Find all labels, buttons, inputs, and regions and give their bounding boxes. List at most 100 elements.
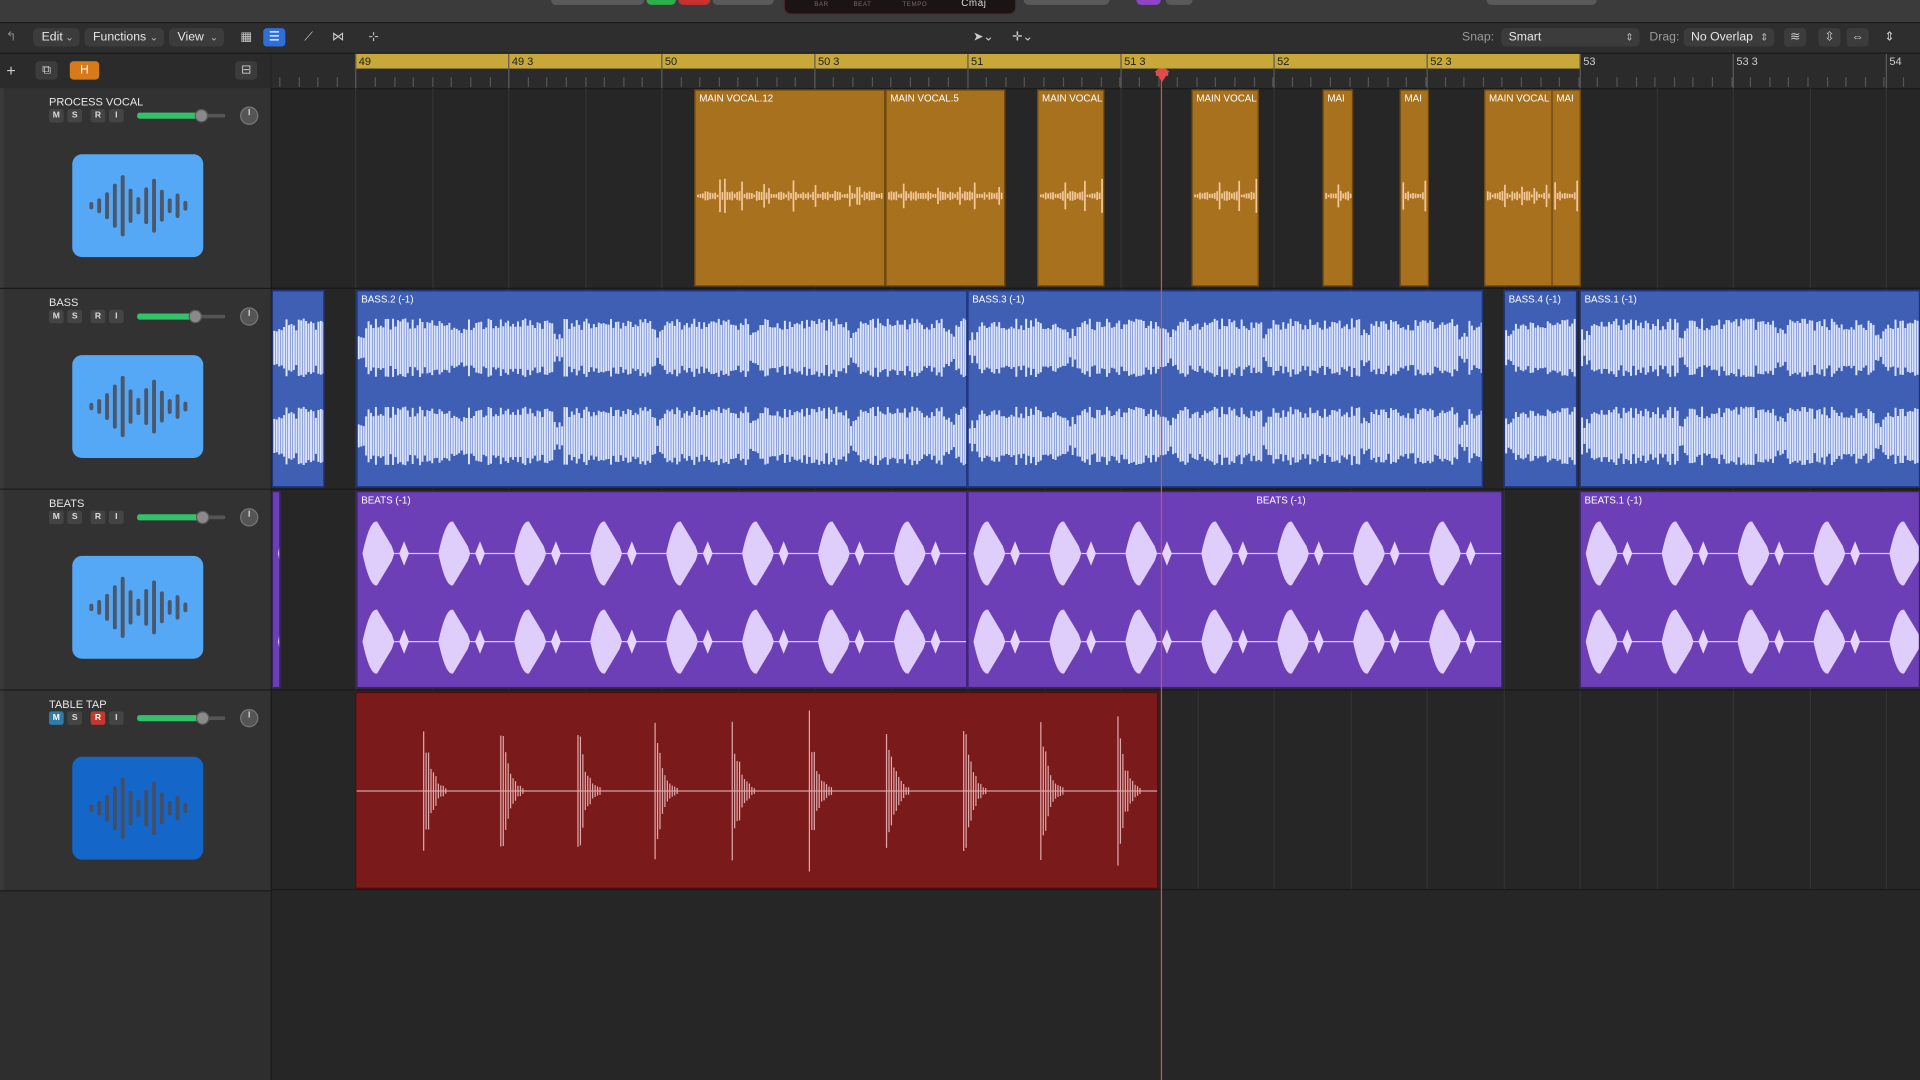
library-button[interactable] <box>1486 0 1597 5</box>
pan-knob[interactable] <box>240 508 259 527</box>
tap-region[interactable] <box>355 691 1159 889</box>
play-button[interactable] <box>646 0 676 5</box>
global-tracks-icon[interactable]: ⊟ <box>235 61 258 80</box>
count-in-button[interactable] <box>1165 0 1193 5</box>
volume-knob[interactable] <box>196 711 210 725</box>
volume-knob[interactable] <box>196 510 210 525</box>
region-name: MAI <box>1556 93 1574 105</box>
track-header-button[interactable]: H <box>69 61 100 80</box>
waveform <box>1585 521 1919 674</box>
pointer-tool-icon[interactable]: ➤⌄ <box>970 28 997 46</box>
volume-slider[interactable] <box>132 510 230 525</box>
logic-pro-window: BAR BEAT TEMPO Cmaj ↰ Edit ⌄ Functions ⌄ V… <box>0 0 1920 1080</box>
track-header-bass[interactable]: BASS M S R I <box>0 288 271 490</box>
add-track-icon[interactable]: + <box>0 61 22 79</box>
vocal-region[interactable]: MAIN VOCAL <box>1484 89 1553 287</box>
chevron-down-icon: ⌄ <box>149 31 158 43</box>
track-header-process-vocal[interactable]: PROCESS VOCAL M S R I <box>0 88 271 289</box>
solo-button[interactable]: S <box>67 510 83 525</box>
cycle-button[interactable] <box>712 0 774 5</box>
track-name: BEATS <box>48 497 85 510</box>
record-enable-button[interactable]: R <box>90 510 106 525</box>
pan-knob[interactable] <box>240 307 259 326</box>
beats-region[interactable]: BEATS.1 (-1) <box>1579 491 1920 689</box>
vocal-region[interactable]: MAIN VOCAL.5 <box>885 89 1006 287</box>
beats-region[interactable] <box>271 491 281 689</box>
catch-playhead-icon[interactable]: ⊹ <box>362 28 384 46</box>
back-icon[interactable]: ↰ <box>0 28 22 46</box>
beats-region[interactable]: BEATS (-1) <box>356 491 968 689</box>
mute-button[interactable]: M <box>48 711 64 725</box>
snap-select[interactable]: Smart ⇕ <box>1501 28 1640 47</box>
solo-button[interactable]: S <box>67 108 83 123</box>
tracks-area[interactable]: MAIN VOCAL.12 MAIN VOCAL.5 MAIN VOCAL MAIN … <box>271 88 1920 1080</box>
functions-menu[interactable]: Functions ⌄ <box>84 28 165 47</box>
ruler-minor-tick <box>871 77 874 87</box>
vertical-zoom-icon[interactable]: ⇳ <box>1818 28 1841 47</box>
volume-knob[interactable] <box>194 108 208 123</box>
record-enable-button[interactable]: R <box>90 309 106 324</box>
edit-menu[interactable]: Edit ⌄ <box>33 28 80 47</box>
vocal-region[interactable]: MAIN VOCAL.12 <box>694 89 886 287</box>
automation-icon[interactable]: ⟋ <box>298 28 320 46</box>
metronome-button[interactable] <box>1136 0 1161 5</box>
bass-region[interactable]: BASS.2 (-1) <box>356 290 968 488</box>
volume-fill <box>137 715 203 722</box>
zoom-stepper-icon[interactable]: ⇕ <box>1878 28 1900 46</box>
mute-button[interactable]: M <box>48 510 64 525</box>
ruler-minor-tick <box>699 77 701 87</box>
ruler-minor-tick <box>394 77 396 87</box>
track-header-beats[interactable]: BEATS M S R I <box>0 489 271 691</box>
bass-region[interactable]: BASS.4 (-1) <box>1503 290 1578 488</box>
tracks-header: + ⧉ H ⊟ <box>0 53 271 90</box>
input-monitor-button[interactable]: I <box>108 309 124 324</box>
input-monitor-button[interactable]: I <box>108 108 124 123</box>
vocal-region[interactable]: MAIN VOCAL <box>1037 89 1105 287</box>
record-enable-button[interactable]: R <box>90 711 106 725</box>
tuner-button[interactable] <box>1023 0 1110 5</box>
record-enable-button[interactable]: R <box>90 108 106 123</box>
ruler-minor-tick <box>623 77 625 87</box>
ruler-minor-tick <box>1596 77 1598 87</box>
bass-region[interactable]: BASS.3 (-1) <box>967 290 1483 488</box>
record-button[interactable] <box>678 0 711 5</box>
volume-knob[interactable] <box>188 309 202 324</box>
lcd-display[interactable]: BAR BEAT TEMPO Cmaj <box>783 0 1017 15</box>
volume-slider[interactable] <box>132 309 230 324</box>
bass-region[interactable] <box>271 290 325 488</box>
ruler-minor-tick <box>546 77 548 87</box>
flex-icon[interactable]: ⋈ <box>327 28 349 46</box>
beats-region[interactable] <box>967 491 1503 689</box>
vocal-region[interactable]: MAI <box>1399 89 1429 287</box>
vocal-region[interactable]: MAIN VOCAL <box>1191 89 1259 287</box>
ruler-minor-tick <box>680 77 683 87</box>
track-header-table-tap[interactable]: TABLE TAP M S R I <box>0 690 271 892</box>
track-selection-bar <box>0 88 4 288</box>
mute-button[interactable]: M <box>48 108 64 123</box>
drag-select[interactable]: No Overlap ⇕ <box>1683 28 1775 47</box>
region-name: BASS.3 (-1) <box>972 293 1025 305</box>
grid-view-icon[interactable]: ▦ <box>235 28 257 46</box>
solo-button[interactable]: S <box>67 309 83 324</box>
pan-knob[interactable] <box>240 708 259 728</box>
ruler-minor-tick <box>279 77 281 87</box>
bass-region[interactable]: BASS.1 (-1) <box>1579 290 1920 488</box>
volume-slider[interactable] <box>132 711 230 725</box>
input-monitor-button[interactable]: I <box>108 711 124 725</box>
list-view-icon[interactable]: ☰ <box>263 28 286 47</box>
secondary-tool-icon[interactable]: ✛⌄ <box>1007 28 1039 46</box>
audio-track-icon <box>72 355 204 458</box>
solo-button[interactable]: S <box>67 711 83 725</box>
view-menu[interactable]: View ⌄ <box>168 28 225 47</box>
vocal-region[interactable]: MAI <box>1551 89 1581 287</box>
waveform-zoom-icon[interactable]: ≋ <box>1784 28 1807 47</box>
input-monitor-button[interactable]: I <box>108 510 124 525</box>
duplicate-track-icon[interactable]: ⧉ <box>35 61 58 80</box>
mute-button[interactable]: M <box>48 309 64 324</box>
horizontal-zoom-icon[interactable]: ⇔ <box>1846 28 1869 47</box>
control-bar-button[interactable] <box>551 0 645 5</box>
waveform <box>973 521 1502 674</box>
pan-knob[interactable] <box>240 106 259 125</box>
vocal-region[interactable]: MAI <box>1322 89 1354 287</box>
volume-slider[interactable] <box>132 108 230 123</box>
